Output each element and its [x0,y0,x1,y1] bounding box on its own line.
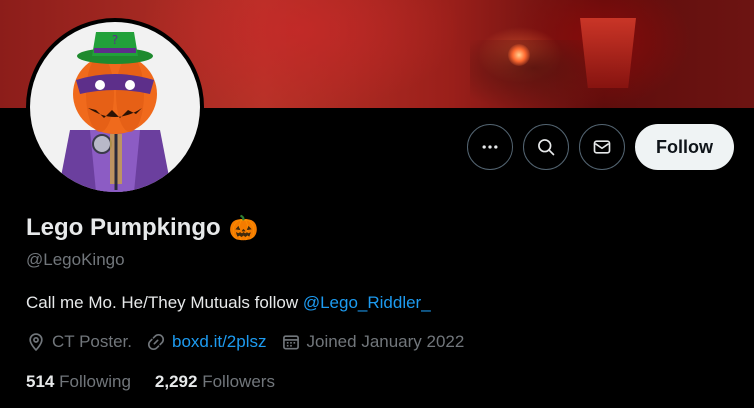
mail-icon [593,140,611,154]
following-label: Following [59,372,131,391]
search-button[interactable] [523,124,569,170]
website-link[interactable]: boxd.it/2plsz [172,332,267,352]
calendar-icon [282,335,299,350]
display-name-row: Lego Pumpkingo 🎃 [26,214,259,242]
followers-label: Followers [202,372,275,391]
display-name: Lego Pumpkingo [26,214,221,241]
followers-count: 2,292 [154,372,198,391]
bio-text: Call me Mo. He/They Mutuals follow [26,293,303,312]
bio-mention-link[interactable]: @Lego_Riddler_ [303,293,431,312]
profile-actions: Follow [467,124,734,170]
following-count: 514 [26,372,55,391]
more-icon [482,145,498,149]
link-icon [147,333,165,351]
more-button[interactable] [467,124,513,170]
message-button[interactable] [579,124,625,170]
followers-stat[interactable]: 2,292 Followers [155,372,275,392]
follow-button[interactable]: Follow [635,124,734,170]
location-pin-icon [29,333,43,352]
user-handle: @LegoKingo [26,250,125,269]
profile-stats: 514 Following 2,292 Followers [26,372,275,392]
svg-text:?: ? [112,33,118,47]
location-text: CT Poster. [52,332,132,351]
bio: Call me Mo. He/They Mutuals follow @Lego… [26,293,431,313]
avatar-image: ? [30,22,200,192]
pumpkin-lego-figure-icon: ? [58,32,172,192]
banner-cup-shape [580,18,636,88]
following-stat[interactable]: 514 Following [26,372,131,392]
profile-meta: CT Poster. boxd.it/2plsz Joined January … [26,332,478,352]
banner-light-glow [508,44,530,66]
website-item[interactable]: boxd.it/2plsz [146,332,267,352]
avatar[interactable]: ? [26,18,204,196]
pumpkin-emoji-icon: 🎃 [228,214,259,242]
joined-text: Joined January 2022 [306,332,465,351]
joined-item: Joined January 2022 [281,332,465,352]
search-icon [538,139,555,156]
location-item: CT Poster. [26,332,132,352]
